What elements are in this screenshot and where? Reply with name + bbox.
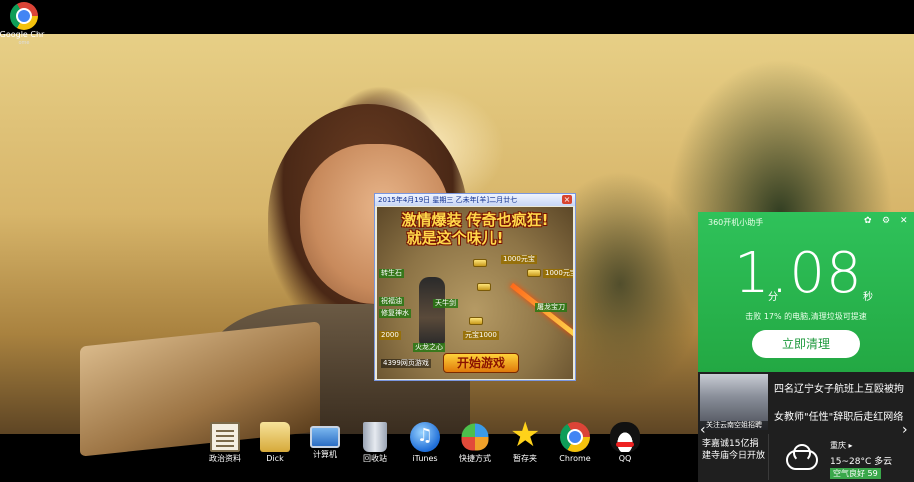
dock-item-label: 暂存夹 [513, 454, 537, 463]
popup-close-button[interactable]: × [562, 195, 572, 204]
itunes-icon [410, 422, 440, 452]
desktop-icon-sublabel: ome [18, 40, 30, 46]
dock-item-documents[interactable]: 政治资料 [200, 422, 250, 464]
dock-item-favorites[interactable]: 暂存夹 [500, 418, 550, 464]
dock-item-shortcut[interactable]: 快捷方式 [450, 422, 500, 464]
gold-ingot [473, 259, 487, 267]
news-headline[interactable]: 女教师"任性"辞职后走红网络 [774, 408, 903, 423]
prev-arrow-icon[interactable]: ‹ [700, 422, 706, 438]
folder-icon [260, 422, 290, 452]
popup-title-text: 2015年4月19日 星期三 乙未年[羊]二月廿七 [378, 196, 518, 204]
weather-city[interactable]: 重庆 ▸ [830, 440, 853, 451]
ad-headline-2: 就是这个味儿! [406, 229, 504, 247]
start-game-button[interactable]: 开始游戏 [443, 353, 519, 373]
star-icon [510, 418, 540, 452]
dock-item-folder[interactable]: Dick [250, 422, 300, 464]
ad-item-tag: 1000元宝 [543, 269, 573, 278]
dock-item-chrome[interactable]: Chrome [550, 422, 600, 464]
gold-ingot [527, 269, 541, 277]
gift-icon[interactable]: ✿ [864, 216, 872, 226]
qq-penguin-icon [610, 422, 640, 452]
weather-temperature: 15~28°C 多云 [830, 457, 893, 467]
news-panel: 关注云南空姐招聘 四名辽宁女子航班上互殴被拘 女教师"任性"辞职后走红网络 ‹ … [698, 372, 914, 482]
recycle-bin-icon [363, 422, 387, 452]
desktop-icon-chrome[interactable]: Google Chr ome [0, 2, 48, 46]
ad-item-tag: 祝福油 [379, 297, 404, 306]
game-ad-banner[interactable]: 激情爆装 传奇也疯狂! 就是这个味儿! 1000元宝 1000元宝 转生石 祝福… [377, 207, 573, 379]
ad-warrior-figure [419, 277, 445, 345]
desktop-screen: Google Chr ome 2015年4月19日 星期三 乙未年[羊]二月廿七… [0, 0, 914, 482]
ad-item-tag: 天牛剑 [433, 299, 458, 308]
dock-item-label: Chrome [559, 454, 591, 463]
butterfly-icon [461, 423, 489, 451]
desktop-dock: 政治资料 Dick 计算机 回收站 iTunes 快捷方式 暂存夹 Chrom [196, 418, 656, 476]
ad-item-tag: 1000元宝 [501, 255, 537, 264]
clean-now-button[interactable]: 立即清理 [752, 330, 860, 358]
dock-item-label: 计算机 [313, 450, 337, 459]
dock-item-label: QQ [618, 454, 632, 463]
dock-item-computer[interactable]: 计算机 [300, 422, 350, 460]
dock-item-label: Dick [266, 454, 284, 463]
boot-description: 击败 17% 的电脑,清理垃圾可提速 [745, 312, 867, 321]
news-story[interactable]: 李嘉诚15亿捐建寺庙今日开放 [702, 438, 766, 462]
unit-second: 秒 [863, 292, 873, 303]
chrome-icon [560, 422, 590, 452]
ad-item-tag: 修复神水 [379, 309, 411, 318]
boot-time-value: 1.08 [734, 241, 863, 306]
news-image-caption: 关注云南空姐招聘 [700, 421, 768, 430]
ad-item-tag: 屠龙宝刀 [535, 303, 567, 312]
dock-item-itunes[interactable]: iTunes [400, 422, 450, 464]
unit-minute: 分 [768, 292, 778, 303]
dock-item-qq[interactable]: QQ [600, 422, 650, 464]
news-image[interactable]: 关注云南空姐招聘 [700, 374, 768, 430]
boot-time-panel: 360开机小助手 ✿ ⚙ ✕ 1.08 分 秒 击败 17% 的电脑,清理垃圾可… [698, 212, 914, 372]
cloud-weather-icon [782, 442, 818, 470]
ad-item-tag: 元宝1000 [463, 331, 499, 340]
boot-assistant-widget: 360开机小助手 ✿ ⚙ ✕ 1.08 分 秒 击败 17% 的电脑,清理垃圾可… [698, 212, 914, 482]
dock-item-recycle-bin[interactable]: 回收站 [350, 422, 400, 464]
gear-icon[interactable]: ⚙ [882, 216, 890, 226]
close-icon[interactable]: ✕ [900, 216, 908, 226]
air-quality-badge: 空气良好 59 [830, 468, 881, 479]
ad-footer-4399: 4399网页游戏 [381, 359, 431, 368]
computer-icon [310, 426, 340, 448]
document-icon [210, 422, 240, 452]
news-headline[interactable]: 四名辽宁女子航班上互殴被拘 [774, 380, 904, 395]
desktop-icon-label: Google Chr [0, 30, 45, 39]
ad-item-tag: 火龙之心 [413, 343, 445, 352]
gold-ingot [477, 283, 491, 291]
top-bar [0, 0, 914, 34]
widget-title: 360开机小助手 [708, 218, 764, 227]
ad-item-tag: 2000 [379, 331, 401, 340]
dock-item-label: 政治资料 [209, 454, 241, 463]
ad-item-tag: 转生石 [379, 269, 404, 278]
popup-title-bar: 2015年4月19日 星期三 乙未年[羊]二月廿七 × [375, 194, 575, 206]
gold-ingot [469, 317, 483, 325]
game-ad-popup: 2015年4月19日 星期三 乙未年[羊]二月廿七 × 激情爆装 传奇也疯狂! … [374, 193, 576, 381]
dock-item-label: 回收站 [363, 454, 387, 463]
chrome-icon [10, 2, 38, 30]
next-arrow-icon[interactable]: › [902, 422, 908, 438]
divider [768, 434, 769, 480]
dock-item-label: 快捷方式 [459, 454, 491, 463]
dock-item-label: iTunes [412, 454, 438, 463]
